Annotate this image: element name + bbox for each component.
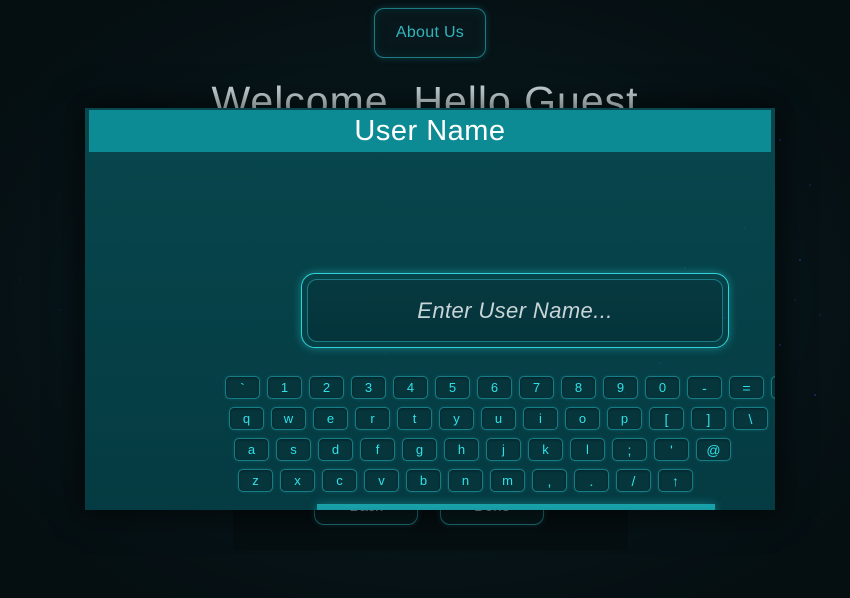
key-c[interactable]: c	[322, 469, 357, 492]
key-d[interactable]: d	[318, 438, 353, 461]
key-;[interactable]: ;	[612, 438, 647, 461]
key-9[interactable]: 9	[603, 376, 638, 399]
key-r[interactable]: r	[355, 407, 390, 430]
key-a[interactable]: a	[234, 438, 269, 461]
key-7[interactable]: 7	[519, 376, 554, 399]
app-screen: About Us Welcome, Hello Guest Back Done …	[0, 0, 850, 598]
keyboard-row: a s d f g h j k l; ' @	[234, 438, 731, 461]
user-name-input[interactable]: Enter User Name...	[301, 273, 729, 348]
key-p[interactable]: p	[607, 407, 642, 430]
user-name-input-inner: Enter User Name...	[307, 279, 723, 342]
key-/[interactable]: /	[616, 469, 651, 492]
key-0[interactable]: 0	[645, 376, 680, 399]
shift-icon[interactable]: ↑	[658, 469, 693, 492]
key-'[interactable]: '	[654, 438, 689, 461]
keyboard-row: q w e r t y u i o p [] \	[229, 407, 768, 430]
key-[[interactable]: [	[649, 407, 684, 430]
keyboard-row: ` 1 2 3 4 5 6 7 8 9 0- =	[225, 376, 775, 399]
key-2[interactable]: 2	[309, 376, 344, 399]
key-5[interactable]: 5	[435, 376, 470, 399]
key-k[interactable]: k	[528, 438, 563, 461]
key-b[interactable]: b	[406, 469, 441, 492]
key-][interactable]: ]	[691, 407, 726, 430]
key-q[interactable]: q	[229, 407, 264, 430]
key-h[interactable]: h	[444, 438, 479, 461]
key-n[interactable]: n	[448, 469, 483, 492]
background-panel	[233, 504, 628, 550]
key-4[interactable]: 4	[393, 376, 428, 399]
about-us-label: About Us	[395, 24, 465, 41]
dialog-title: User Name	[354, 114, 506, 147]
key-e[interactable]: e	[313, 407, 348, 430]
key-x[interactable]: x	[280, 469, 315, 492]
key-.[interactable]: .	[574, 469, 609, 492]
key-m[interactable]: m	[490, 469, 525, 492]
key-u[interactable]: u	[481, 407, 516, 430]
key-@[interactable]: @	[696, 438, 731, 461]
key-v[interactable]: v	[364, 469, 399, 492]
on-screen-keyboard[interactable]: ` 1 2 3 4 5 6 7 8 9 0- = q w e r t y u i o p [] \ a s d f g h j k l; ' @…	[225, 376, 775, 498]
spacebar-key[interactable]	[317, 504, 715, 510]
key-o[interactable]: o	[565, 407, 600, 430]
keyboard-row: z x c v b n m,. / ↑	[238, 469, 693, 492]
key-g[interactable]: g	[402, 438, 437, 461]
key-y[interactable]: y	[439, 407, 474, 430]
user-name-dialog: User Name Enter User Name... ` 1 2 3 4 5 6 7 8 9 0…	[85, 108, 775, 510]
key-i[interactable]: i	[523, 407, 558, 430]
key-w[interactable]: w	[271, 407, 306, 430]
key-l[interactable]: l	[570, 438, 605, 461]
key-,[interactable]: ,	[532, 469, 567, 492]
key-6[interactable]: 6	[477, 376, 512, 399]
key-`[interactable]: `	[225, 376, 260, 399]
key-=[interactable]: =	[729, 376, 764, 399]
backspace-icon[interactable]	[771, 376, 775, 399]
key-\[interactable]: \	[733, 407, 768, 430]
key-s[interactable]: s	[276, 438, 311, 461]
key-z[interactable]: z	[238, 469, 273, 492]
key-3[interactable]: 3	[351, 376, 386, 399]
key-f[interactable]: f	[360, 438, 395, 461]
key-t[interactable]: t	[397, 407, 432, 430]
key-8[interactable]: 8	[561, 376, 596, 399]
about-us-button[interactable]: About Us	[374, 8, 486, 58]
dialog-title-bar: User Name	[89, 110, 771, 152]
user-name-placeholder: Enter User Name...	[417, 297, 613, 323]
key-j[interactable]: j	[486, 438, 521, 461]
key--[interactable]: -	[687, 376, 722, 399]
key-1[interactable]: 1	[267, 376, 302, 399]
